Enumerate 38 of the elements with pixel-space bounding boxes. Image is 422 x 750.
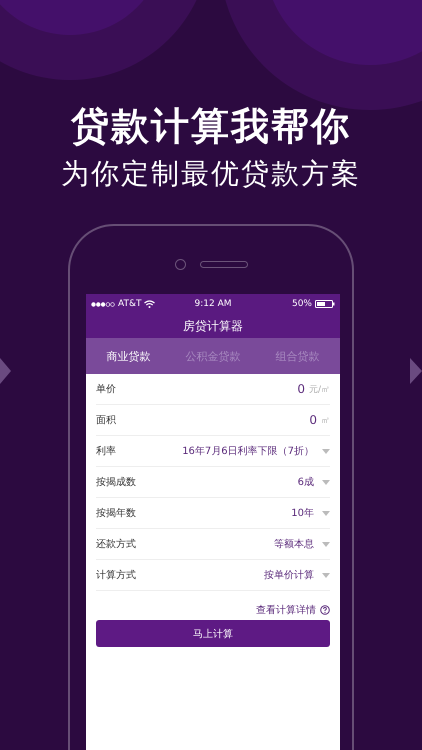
battery-icon bbox=[315, 300, 335, 308]
unit-label: ㎡ bbox=[321, 414, 330, 426]
subheadline: 为你定制最优贷款方案 bbox=[61, 156, 361, 192]
caret-icon bbox=[322, 542, 330, 546]
previous-arrow-icon[interactable] bbox=[0, 358, 11, 384]
tab[interactable]: 商业贷款 bbox=[86, 338, 171, 374]
caret-icon bbox=[322, 572, 330, 578]
headline: 贷款计算我帮你 bbox=[71, 103, 351, 150]
camera-icon bbox=[174, 259, 186, 270]
help-icon[interactable] bbox=[320, 605, 330, 615]
field-label: 按揭成数 bbox=[96, 476, 137, 489]
field-label: 单价 bbox=[96, 382, 117, 396]
dropdown-value[interactable]: 16年7月6日利率下限（7折） bbox=[182, 444, 314, 458]
field-label: 利率 bbox=[96, 444, 117, 458]
field-label: 还款方式 bbox=[96, 538, 137, 551]
speaker-icon bbox=[200, 261, 248, 268]
input-field[interactable]: 0 bbox=[309, 413, 317, 427]
battery-percent: 50% bbox=[292, 299, 312, 309]
dropdown-value[interactable]: 等额本息 bbox=[274, 537, 314, 551]
dropdown-value[interactable]: 6成 bbox=[298, 475, 314, 489]
calculate-button[interactable]: 马上计算 bbox=[96, 620, 330, 647]
signal-icon bbox=[91, 302, 115, 306]
carrier-name: AT&T bbox=[118, 299, 142, 309]
wifi-icon bbox=[144, 300, 156, 308]
status-time: 9:12 AM bbox=[194, 299, 232, 309]
dropdown-value[interactable]: 10年 bbox=[291, 506, 314, 520]
caret-icon bbox=[322, 510, 330, 516]
dropdown-value[interactable]: 按单价计算 bbox=[264, 568, 314, 582]
caret-icon bbox=[322, 448, 330, 454]
details-link[interactable]: 查看计算详情 bbox=[256, 603, 316, 617]
next-arrow-icon[interactable] bbox=[410, 358, 422, 384]
field-label: 计算方式 bbox=[96, 568, 137, 582]
field-label: 按揭年数 bbox=[96, 506, 137, 520]
caret-icon bbox=[322, 480, 330, 484]
unit-label: 元/㎡ bbox=[308, 384, 330, 396]
screen-title: 房贷计算器 bbox=[183, 318, 243, 334]
field-label: 面积 bbox=[96, 414, 117, 427]
input-field[interactable]: 0 bbox=[297, 382, 305, 396]
